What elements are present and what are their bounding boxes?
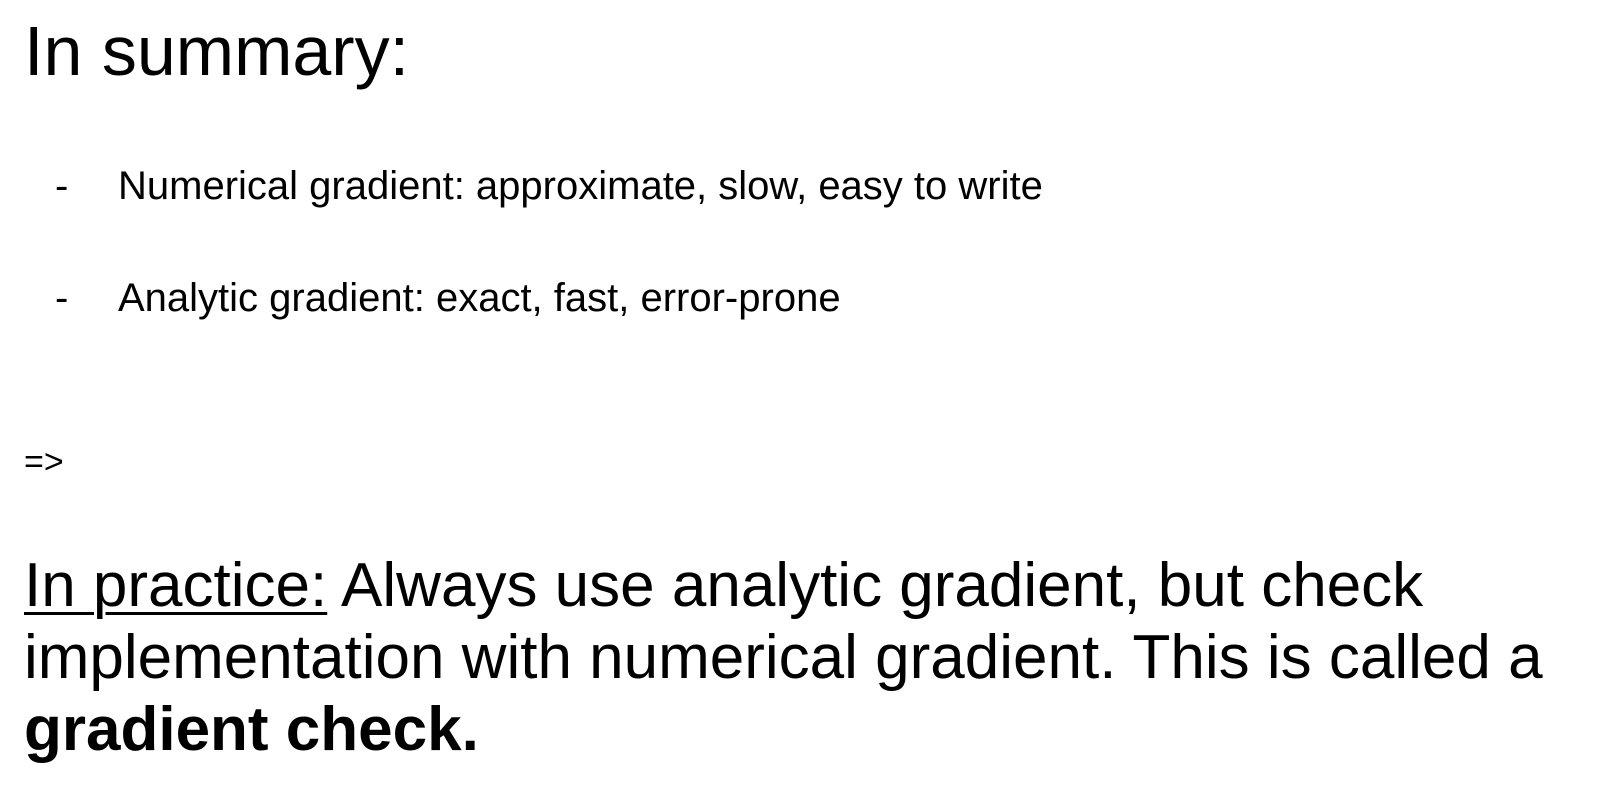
bullet-text: Analytic gradient: exact, fast, error-pr… — [118, 276, 841, 320]
bullet-text: Numerical gradient: approximate, slow, e… — [118, 164, 1043, 208]
implication-arrow: => — [24, 443, 64, 481]
practice-line2: implementation with numerical gradient. … — [24, 623, 1543, 692]
slide: In summary: - Numerical gradient: approx… — [0, 0, 1617, 806]
practice-paragraph: In practice: Always use analytic gradien… — [24, 550, 1604, 766]
practice-line1: Always use analytic gradient, but check — [327, 551, 1424, 620]
bullet-marker: - — [55, 164, 69, 208]
bullet-marker: - — [55, 276, 69, 320]
practice-lead: In practice: — [24, 551, 328, 620]
slide-title: In summary: — [24, 12, 410, 90]
practice-emphasis: gradient check. — [24, 695, 479, 764]
